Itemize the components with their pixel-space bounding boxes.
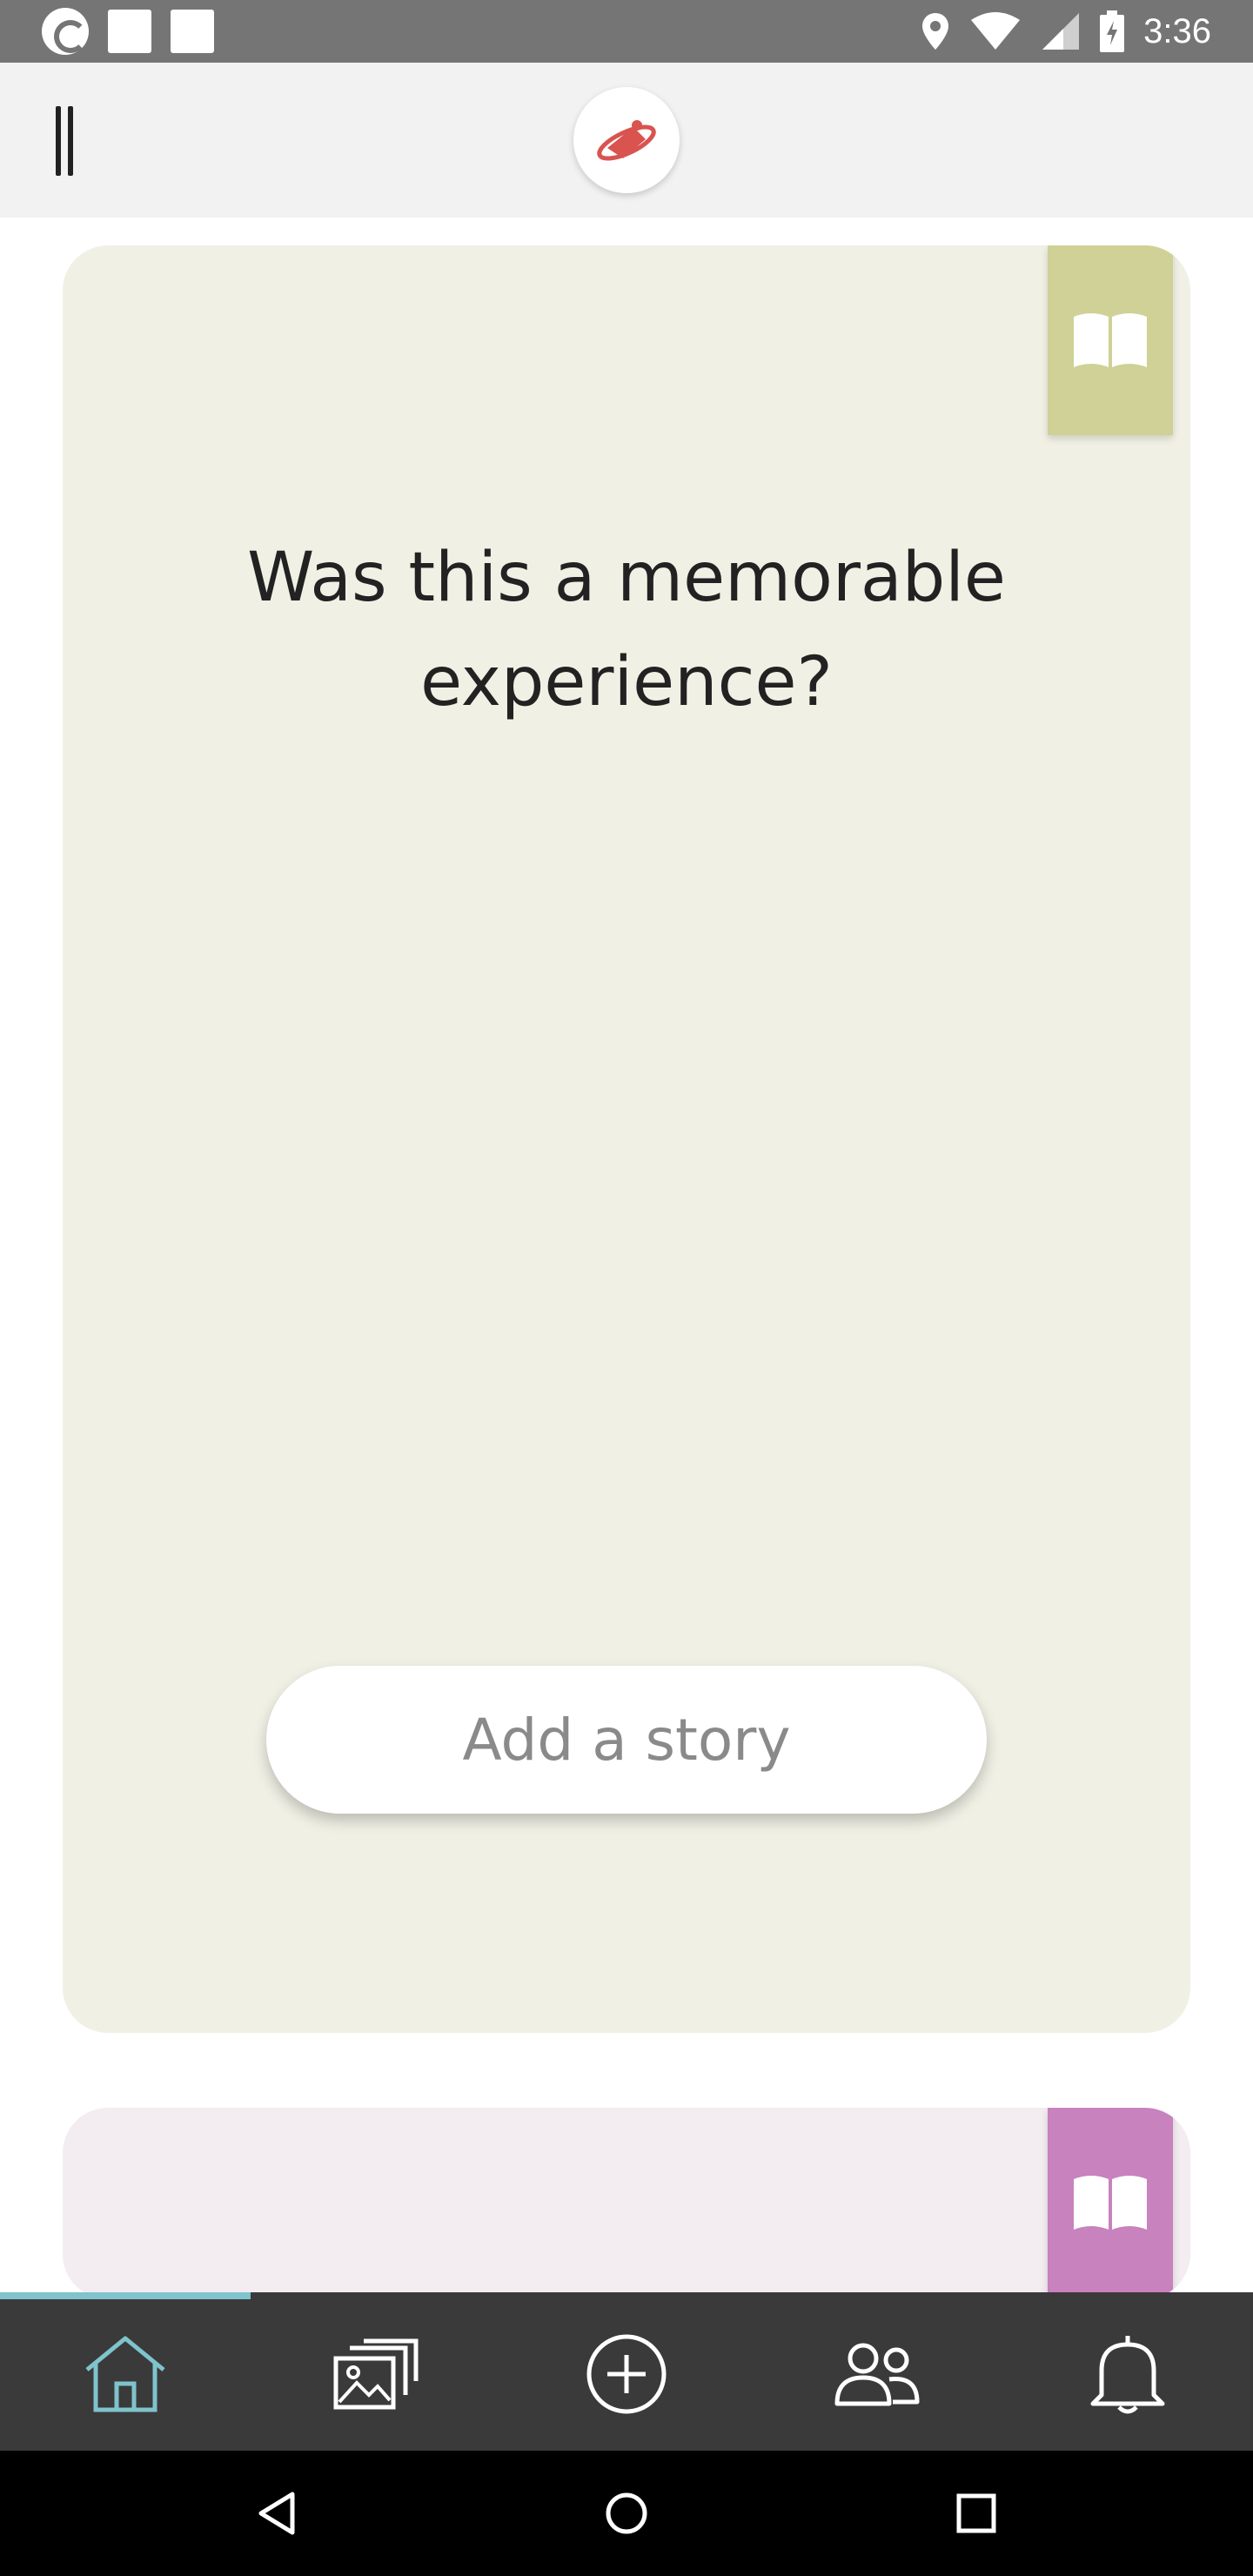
logo-icon[interactable]	[573, 87, 680, 193]
home-circle-icon	[606, 2492, 647, 2534]
memory-card: Was this a memorable experience? Add a s…	[63, 245, 1190, 2033]
home-button[interactable]	[592, 2479, 661, 2548]
back-button[interactable]	[242, 2479, 312, 2548]
story-bookmark-tab[interactable]	[1048, 245, 1173, 435]
menu-icon[interactable]	[50, 106, 78, 176]
open-book-icon	[1074, 2176, 1147, 2230]
gallery-icon	[333, 2338, 419, 2410]
nav-gallery[interactable]	[251, 2313, 501, 2435]
add-story-button[interactable]: Add a story	[266, 1666, 987, 1814]
location-icon	[922, 13, 949, 50]
open-book-icon	[1074, 313, 1147, 367]
app-screen: 3:36 Was this a memorable experience? Ad…	[0, 0, 1253, 2576]
nav-add[interactable]	[501, 2313, 752, 2435]
back-icon	[258, 2492, 295, 2535]
image-notification-icon-2	[171, 10, 214, 53]
add-icon	[586, 2334, 667, 2414]
memory-card-2	[63, 2108, 1190, 2299]
battery-icon	[1100, 10, 1125, 52]
recents-icon	[956, 2493, 996, 2533]
nav-people[interactable]	[752, 2313, 1002, 2435]
active-tab-indicator	[0, 2292, 251, 2299]
app-bar	[0, 63, 1253, 218]
clock: 3:36	[1143, 11, 1211, 50]
status-bar: 3:36	[0, 0, 1253, 63]
system-status: 3:36	[921, 7, 1211, 56]
bell-icon	[1090, 2336, 1165, 2414]
people-icon	[834, 2343, 920, 2406]
signal-icon	[1042, 13, 1080, 50]
bottom-navigation	[0, 2292, 1253, 2451]
home-icon	[85, 2336, 165, 2412]
nav-notifications[interactable]	[1002, 2313, 1253, 2435]
system-navigation-bar	[0, 2451, 1253, 2576]
nav-home[interactable]	[0, 2313, 251, 2435]
story-bookmark-tab-2[interactable]	[1048, 2108, 1173, 2298]
image-notification-icon	[108, 10, 151, 53]
card-question: Was this a memorable experience?	[247, 539, 1006, 721]
recents-button[interactable]	[941, 2479, 1011, 2548]
notification-icons	[42, 8, 214, 55]
wifi-icon	[971, 12, 1021, 50]
sync-notification-icon	[42, 8, 89, 55]
